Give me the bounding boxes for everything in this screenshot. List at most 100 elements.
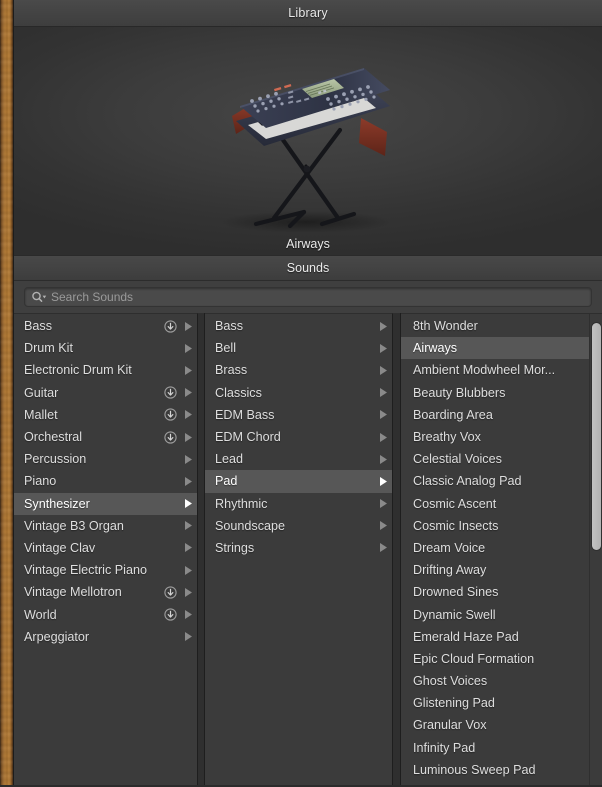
search-sounds-field[interactable]: Search Sounds [24, 287, 592, 307]
list-item[interactable]: Percussion [14, 448, 197, 470]
list-item-label: Rhythmic [215, 496, 268, 511]
list-item-label: Breathy Vox [413, 430, 481, 445]
list-item[interactable]: Electronic Drum Kit [14, 359, 197, 381]
list-item[interactable]: Dream Voice [401, 537, 602, 559]
list-item[interactable]: Airways [401, 337, 602, 360]
chevron-right-icon [183, 498, 193, 509]
list-item[interactable]: Drum Kit [14, 337, 197, 359]
search-icon[interactable] [31, 291, 47, 303]
sounds-header-label: Sounds [286, 261, 330, 275]
list-item-label: Glistening Pad [413, 696, 495, 711]
list-item[interactable]: World [14, 603, 197, 625]
chevron-right-icon [183, 565, 193, 576]
list-item[interactable]: Classics [205, 382, 392, 404]
list-item[interactable]: Arpeggiator [14, 626, 197, 648]
list-item[interactable]: Synthesizer [14, 492, 197, 515]
list-item[interactable]: EDM Bass [205, 404, 392, 426]
column-divider-1 [198, 313, 205, 787]
chevron-right-icon [378, 520, 388, 531]
chevron-right-icon [183, 432, 193, 443]
list-item[interactable]: Beauty Blubbers [401, 382, 602, 404]
preview-instrument-name: Airways [286, 237, 330, 251]
download-icon[interactable] [164, 586, 177, 599]
list-item[interactable]: Vintage Clav [14, 537, 197, 559]
list-item-label: Brass [215, 363, 248, 378]
chevron-right-icon [183, 476, 193, 487]
chevron-right-icon [183, 609, 193, 620]
list-item[interactable]: Bass [14, 315, 197, 337]
list-item[interactable]: Granular Vox [401, 714, 602, 736]
list-item-label: Infinity Pad [413, 740, 476, 755]
list-item[interactable]: Breathy Vox [401, 426, 602, 448]
list-item[interactable]: Emerald Haze Pad [401, 626, 602, 648]
list-item[interactable]: Orchestral [14, 426, 197, 448]
list-item[interactable]: Celestial Voices [401, 448, 602, 470]
list-item[interactable]: Cosmic Insects [401, 515, 602, 537]
download-icon[interactable] [164, 386, 177, 399]
list-item[interactable]: Rhythmic [205, 493, 392, 515]
list-item[interactable]: Pad [205, 470, 392, 493]
chevron-right-icon [183, 321, 193, 332]
list-item[interactable]: Cosmic Ascent [401, 493, 602, 515]
list-item-label: Vintage Clav [24, 540, 96, 555]
list-item[interactable]: Lead [205, 448, 392, 470]
download-icon[interactable] [164, 608, 177, 621]
list-item[interactable]: Strings [205, 537, 392, 559]
patch-list-scrollbar[interactable] [589, 314, 602, 787]
list-item[interactable]: Luminous Sweep Pad [401, 759, 602, 781]
chevron-right-icon [378, 321, 388, 332]
list-item[interactable]: Bell [205, 337, 392, 359]
search-input-placeholder[interactable]: Search Sounds [51, 290, 133, 304]
list-item-label: Cosmic Ascent [413, 496, 497, 511]
list-item-label: Percussion [24, 452, 87, 467]
list-item[interactable]: Glistening Pad [401, 692, 602, 714]
list-item[interactable]: Vintage B3 Organ [14, 515, 197, 537]
list-item[interactable]: Ghost Voices [401, 670, 602, 692]
download-icon[interactable] [164, 430, 177, 444]
library-panel: Library Airways Sounds Search Sounds Bas… [0, 0, 602, 787]
download-icon[interactable] [164, 319, 177, 333]
column-divider-2 [393, 313, 401, 787]
download-icon[interactable] [164, 408, 177, 421]
list-item-label: Lead [215, 452, 244, 467]
list-item-label: Vintage Electric Piano [24, 563, 147, 578]
list-item-label: Electronic Drum Kit [24, 363, 132, 378]
synthesizer-image [220, 68, 392, 233]
list-item[interactable]: Dynamic Swell [401, 603, 602, 625]
list-item[interactable]: Bass [205, 315, 392, 337]
list-item-label: Beauty Blubbers [413, 385, 506, 400]
patch-list-scrollbar-thumb[interactable] [592, 323, 601, 551]
subcategory-list: Bass Bell Brass Classics EDM Bass EDM Chord Le… [205, 314, 392, 559]
list-item[interactable]: Brass [205, 359, 392, 381]
column-categories[interactable]: Bass Drum Kit Electronic Drum Kit Guitar Mal… [14, 313, 198, 787]
list-item[interactable]: EDM Chord [205, 426, 392, 448]
list-item[interactable]: Drowned Sines [401, 581, 602, 603]
list-item[interactable]: Guitar [14, 382, 197, 404]
chevron-right-icon [378, 432, 388, 443]
chevron-right-icon [183, 587, 193, 598]
list-item[interactable]: Soundscape [205, 515, 392, 537]
list-item[interactable]: 8th Wonder [401, 315, 602, 337]
list-item-label: Soundscape [215, 518, 286, 533]
column-patches[interactable]: 8th Wonder Airways Ambient Modwheel Mor...… [401, 313, 602, 787]
list-item[interactable]: Epic Cloud Formation [401, 648, 602, 670]
wood-panel-edge [0, 0, 13, 787]
patch-list: 8th Wonder Airways Ambient Modwheel Mor...… [401, 314, 602, 781]
list-item-label: Drifting Away [413, 563, 487, 578]
list-item-label: Arpeggiator [24, 629, 90, 644]
list-item[interactable]: Piano [14, 470, 197, 492]
list-item[interactable]: Vintage Electric Piano [14, 559, 197, 581]
list-item[interactable]: Ambient Modwheel Mor... [401, 359, 602, 381]
list-item-label: Orchestral [24, 430, 83, 445]
list-item-label: 8th Wonder [413, 319, 478, 334]
list-item[interactable]: Infinity Pad [401, 737, 602, 759]
list-item[interactable]: Vintage Mellotron [14, 581, 197, 603]
list-item[interactable]: Classic Analog Pad [401, 470, 602, 492]
column-subcategories[interactable]: Bass Bell Brass Classics EDM Bass EDM Chord Le… [205, 313, 393, 787]
list-item-label: Strings [215, 540, 255, 555]
list-item[interactable]: Boarding Area [401, 404, 602, 426]
list-item[interactable]: Drifting Away [401, 559, 602, 581]
list-item[interactable]: Mallet [14, 404, 197, 426]
list-item-label: Epic Cloud Formation [413, 651, 535, 666]
list-item-label: Bass [215, 319, 243, 334]
